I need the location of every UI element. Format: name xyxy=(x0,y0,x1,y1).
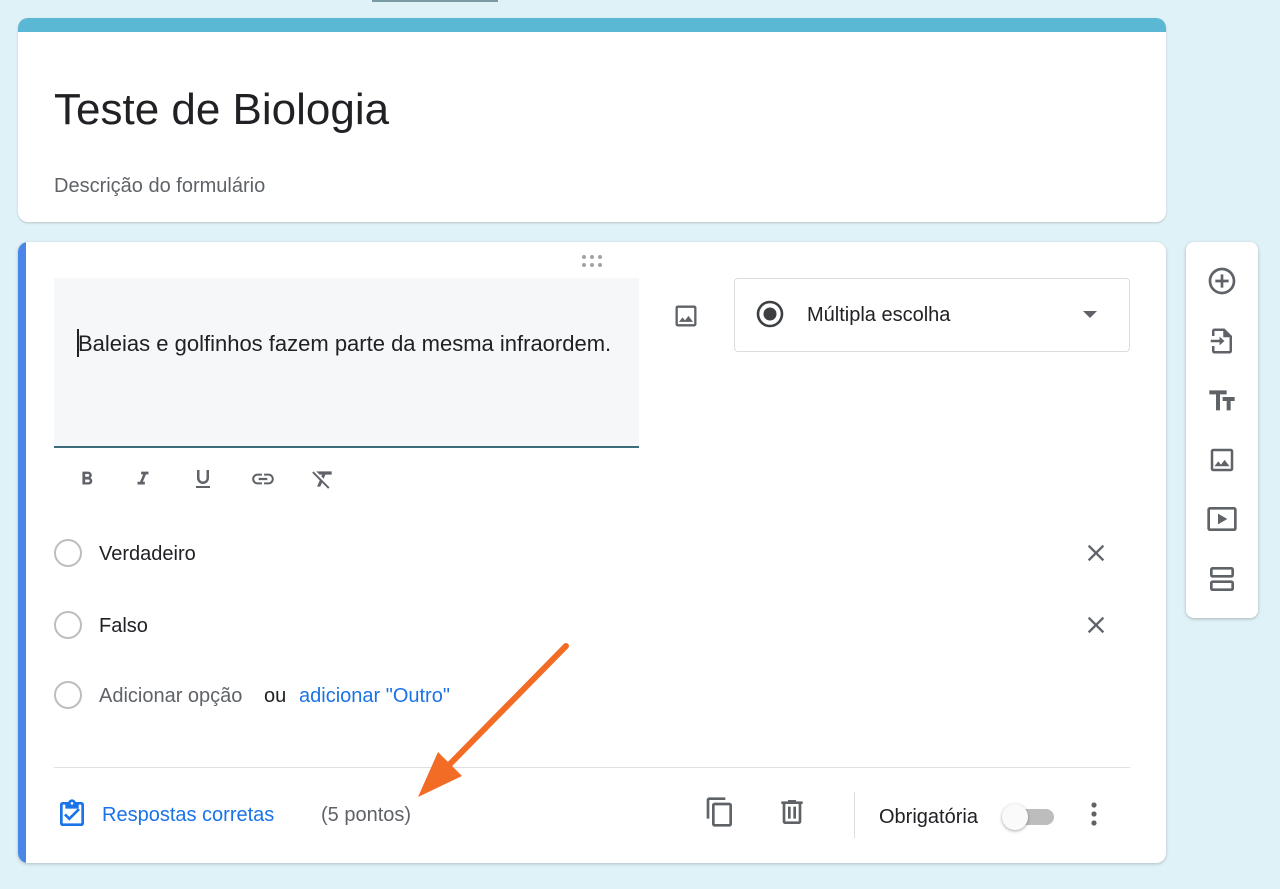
add-question-button[interactable] xyxy=(1204,263,1240,299)
add-question-icon xyxy=(1206,265,1238,297)
add-image-icon xyxy=(1207,445,1237,475)
add-section-button[interactable] xyxy=(1204,561,1240,597)
side-toolbar xyxy=(1186,242,1258,618)
import-questions-icon xyxy=(1207,326,1237,356)
add-video-button[interactable] xyxy=(1204,501,1240,537)
import-questions-button[interactable] xyxy=(1204,323,1240,359)
add-section-icon xyxy=(1206,563,1238,595)
annotation-arrow xyxy=(418,643,569,797)
add-image-tool-button[interactable] xyxy=(1204,442,1240,478)
add-video-icon xyxy=(1206,503,1238,535)
add-title-button[interactable] xyxy=(1204,383,1240,419)
add-title-icon xyxy=(1206,385,1238,417)
